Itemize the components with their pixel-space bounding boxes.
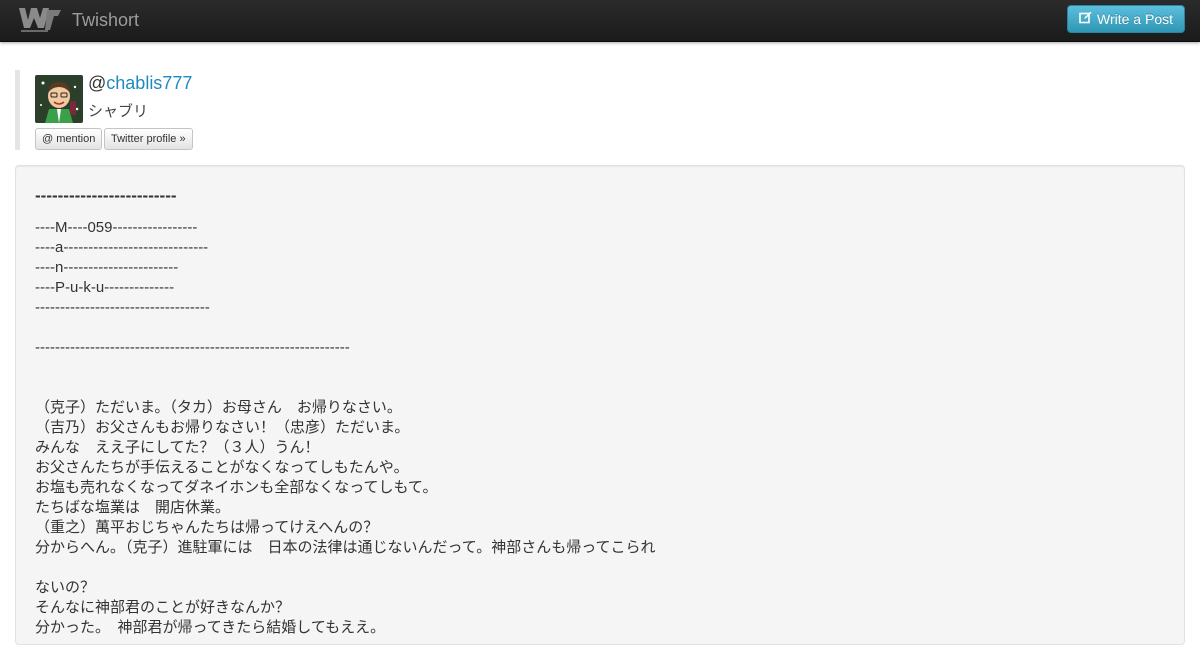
post-line	[35, 358, 656, 378]
user-profile-card: @chablis777 シャブリ @ mention Twitter profi…	[15, 70, 420, 150]
twitter-profile-button[interactable]: Twitter profile »	[104, 128, 193, 150]
brand[interactable]: Twishort	[18, 5, 139, 35]
post-line: ないの？	[35, 579, 96, 596]
post-line: ----M----059-----------------	[35, 219, 198, 236]
top-navbar: Twishort Write a Post	[0, 0, 1200, 42]
post-line: そんなに神部君のことが好きなんか？	[35, 599, 291, 616]
post-line: みんな ええ子にしてた？（３人）うん！	[35, 439, 320, 456]
at-sign: @	[88, 73, 107, 93]
username-handle: @chablis777	[88, 73, 192, 94]
post-text: ----M----059----------------- ----a-----…	[35, 218, 656, 638]
post-line	[35, 558, 656, 578]
post-line	[35, 378, 656, 398]
display-name: シャブリ	[88, 103, 149, 120]
post-line: （克子）ただいま。（タカ）お母さん お帰りなさい。	[35, 399, 402, 416]
mention-button[interactable]: @ mention	[35, 128, 103, 150]
post-line: ----------------------------------------…	[35, 339, 350, 356]
post-line: （重之）萬平おじちゃんたちは帰ってけえへんの？	[35, 519, 379, 536]
post-body: ------------------------- ----M----059--…	[15, 165, 1185, 645]
post-line: お塩も売れなくなってダネイホンも全部なくなってしもて。	[35, 479, 438, 496]
write-a-post-label: Write a Post	[1097, 11, 1173, 27]
avatar[interactable]	[35, 75, 83, 123]
post-line: ----n-----------------------	[35, 259, 179, 276]
edit-icon	[1079, 11, 1092, 27]
post-line: 分かった。 神部君が帰ってきたら結婚してもええ。	[35, 619, 386, 636]
post-line	[35, 318, 656, 338]
post-line: ----a-----------------------------	[35, 239, 209, 256]
post-line: たちばな塩業は 開店休業。	[35, 499, 231, 516]
post-line: -----------------------------------	[35, 299, 210, 316]
write-a-post-button[interactable]: Write a Post	[1067, 5, 1185, 33]
post-line: お父さんたちが手伝えることがなくなってしもたんや。	[35, 459, 409, 476]
post-line: （吉乃）お父さんもお帰りなさい！（忠彦）ただいま。	[35, 419, 410, 436]
post-line: ----P-u-k-u--------------	[35, 279, 175, 296]
username-link[interactable]: chablis777	[106, 73, 192, 93]
brand-name: Twishort	[72, 9, 140, 30]
post-line: 分からへん。（克子）進駐軍には 日本の法律は通じないんだって。神部さんも帰ってこ…	[35, 539, 656, 556]
post-heading: -------------------------	[35, 186, 177, 205]
twishort-logo-icon	[19, 8, 61, 32]
